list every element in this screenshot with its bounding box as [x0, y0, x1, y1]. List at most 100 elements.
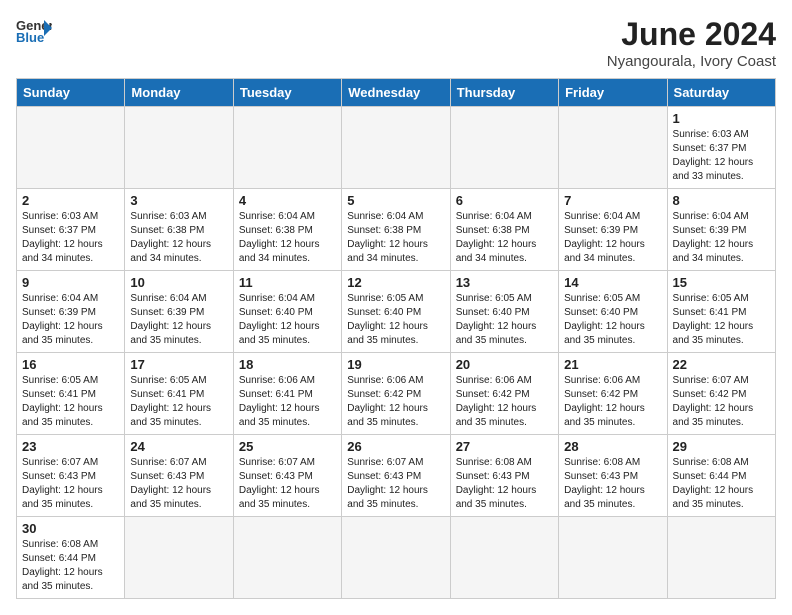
day-number: 1 [673, 111, 770, 126]
calendar-cell: 30 Sunrise: 6:08 AM Sunset: 6:44 PM Dayli… [17, 517, 125, 599]
calendar-cell [17, 107, 125, 189]
day-info: Sunrise: 6:05 AM Sunset: 6:41 PM Dayligh… [130, 374, 227, 430]
calendar-cell: 20Sunrise: 6:06 AM Sunset: 6:42 PM Dayli… [450, 353, 558, 435]
calendar-cell: 4 Sunrise: 6:04 AM Sunset: 6:38 PM Daylig… [233, 189, 341, 271]
calendar-cell: 23 Sunrise: 6:07 AM Sunset: 6:43 PM Dayli… [17, 435, 125, 517]
calendar-cell: 15 Sunrise: 6:05 AM Sunset: 6:41 PM Dayli… [667, 271, 775, 353]
calendar-cell: 19 Sunrise: 6:06 AM Sunset: 6:42 PM Dayli… [342, 353, 450, 435]
calendar-cell [667, 517, 775, 599]
day-info: Sunrise: 6:06 AM Sunset: 6:42 PM Dayligh… [456, 374, 553, 430]
day-number: 29 [673, 439, 770, 454]
day-number: 19 [347, 357, 444, 372]
day-info: Sunrise: 6:07 AM Sunset: 6:42 PM Dayligh… [673, 374, 770, 430]
weekday-header-cell: Thursday [450, 79, 558, 107]
calendar-cell [450, 107, 558, 189]
calendar-cell: 8 Sunrise: 6:04 AM Sunset: 6:39 PM Daylig… [667, 189, 775, 271]
day-number: 5 [347, 193, 444, 208]
calendar-table: SundayMondayTuesdayWednesdayThursdayFrid… [16, 78, 776, 599]
day-info: Sunrise: 6:06 AM Sunset: 6:42 PM Dayligh… [564, 374, 661, 430]
day-number: 24 [130, 439, 227, 454]
calendar-cell [125, 517, 233, 599]
calendar-cell: 1Sunrise: 6:03 AM Sunset: 6:37 PM Daylig… [667, 107, 775, 189]
calendar-cell: 14Sunrise: 6:05 AM Sunset: 6:40 PM Dayli… [559, 271, 667, 353]
day-info: Sunrise: 6:05 AM Sunset: 6:40 PM Dayligh… [456, 292, 553, 348]
calendar-cell [125, 107, 233, 189]
day-info: Sunrise: 6:07 AM Sunset: 6:43 PM Dayligh… [22, 456, 119, 512]
calendar-cell: 22 Sunrise: 6:07 AM Sunset: 6:42 PM Dayli… [667, 353, 775, 435]
day-info: Sunrise: 6:04 AM Sunset: 6:38 PM Dayligh… [239, 210, 336, 266]
day-info: Sunrise: 6:04 AM Sunset: 6:39 PM Dayligh… [564, 210, 661, 266]
day-number: 10 [130, 275, 227, 290]
day-info: Sunrise: 6:06 AM Sunset: 6:42 PM Dayligh… [347, 374, 444, 430]
day-number: 15 [673, 275, 770, 290]
calendar-cell: 26 Sunrise: 6:07 AM Sunset: 6:43 PM Dayli… [342, 435, 450, 517]
day-info: Sunrise: 6:05 AM Sunset: 6:41 PM Dayligh… [22, 374, 119, 430]
day-number: 4 [239, 193, 336, 208]
weekday-header-cell: Sunday [17, 79, 125, 107]
title-area: June 2024 Nyangourala, Ivory Coast [607, 16, 776, 70]
weekday-header-cell: Monday [125, 79, 233, 107]
day-number: 8 [673, 193, 770, 208]
calendar-week-row: 16 Sunrise: 6:05 AM Sunset: 6:41 PM Dayli… [17, 353, 776, 435]
month-title: June 2024 [607, 16, 776, 53]
day-number: 23 [22, 439, 119, 454]
day-info: Sunrise: 6:04 AM Sunset: 6:39 PM Dayligh… [22, 292, 119, 348]
calendar-cell: 9Sunrise: 6:04 AM Sunset: 6:39 PM Daylig… [17, 271, 125, 353]
day-number: 27 [456, 439, 553, 454]
day-info: Sunrise: 6:04 AM Sunset: 6:39 PM Dayligh… [673, 210, 770, 266]
calendar-week-row: 23 Sunrise: 6:07 AM Sunset: 6:43 PM Dayli… [17, 435, 776, 517]
day-info: Sunrise: 6:05 AM Sunset: 6:41 PM Dayligh… [673, 292, 770, 348]
calendar-cell: 21Sunrise: 6:06 AM Sunset: 6:42 PM Dayli… [559, 353, 667, 435]
day-info: Sunrise: 6:04 AM Sunset: 6:38 PM Dayligh… [347, 210, 444, 266]
calendar-cell: 7Sunrise: 6:04 AM Sunset: 6:39 PM Daylig… [559, 189, 667, 271]
day-info: Sunrise: 6:05 AM Sunset: 6:40 PM Dayligh… [564, 292, 661, 348]
day-number: 28 [564, 439, 661, 454]
calendar-cell: 25Sunrise: 6:07 AM Sunset: 6:43 PM Dayli… [233, 435, 341, 517]
day-number: 2 [22, 193, 119, 208]
weekday-header-cell: Saturday [667, 79, 775, 107]
calendar-cell: 27Sunrise: 6:08 AM Sunset: 6:43 PM Dayli… [450, 435, 558, 517]
calendar-week-row: 9Sunrise: 6:04 AM Sunset: 6:39 PM Daylig… [17, 271, 776, 353]
day-number: 6 [456, 193, 553, 208]
day-number: 22 [673, 357, 770, 372]
day-number: 11 [239, 275, 336, 290]
day-number: 26 [347, 439, 444, 454]
day-info: Sunrise: 6:03 AM Sunset: 6:37 PM Dayligh… [22, 210, 119, 266]
calendar-cell [342, 107, 450, 189]
day-info: Sunrise: 6:07 AM Sunset: 6:43 PM Dayligh… [347, 456, 444, 512]
calendar-cell [233, 517, 341, 599]
day-number: 18 [239, 357, 336, 372]
day-info: Sunrise: 6:08 AM Sunset: 6:43 PM Dayligh… [564, 456, 661, 512]
calendar-cell: 24 Sunrise: 6:07 AM Sunset: 6:43 PM Dayli… [125, 435, 233, 517]
day-number: 13 [456, 275, 553, 290]
weekday-header-cell: Wednesday [342, 79, 450, 107]
calendar-cell [559, 517, 667, 599]
day-number: 16 [22, 357, 119, 372]
calendar-cell: 29Sunrise: 6:08 AM Sunset: 6:44 PM Dayli… [667, 435, 775, 517]
svg-text:Blue: Blue [16, 30, 44, 44]
calendar-cell: 5 Sunrise: 6:04 AM Sunset: 6:38 PM Daylig… [342, 189, 450, 271]
header: General Blue June 2024 Nyangourala, Ivor… [16, 16, 776, 70]
calendar-week-row: 2 Sunrise: 6:03 AM Sunset: 6:37 PM Daylig… [17, 189, 776, 271]
calendar-cell: 2 Sunrise: 6:03 AM Sunset: 6:37 PM Daylig… [17, 189, 125, 271]
calendar-cell: 28 Sunrise: 6:08 AM Sunset: 6:43 PM Dayli… [559, 435, 667, 517]
calendar-cell [342, 517, 450, 599]
day-info: Sunrise: 6:03 AM Sunset: 6:38 PM Dayligh… [130, 210, 227, 266]
calendar-cell: 10Sunrise: 6:04 AM Sunset: 6:39 PM Dayli… [125, 271, 233, 353]
calendar-cell: 11Sunrise: 6:04 AM Sunset: 6:40 PM Dayli… [233, 271, 341, 353]
weekday-header-row: SundayMondayTuesdayWednesdayThursdayFrid… [17, 79, 776, 107]
day-info: Sunrise: 6:07 AM Sunset: 6:43 PM Dayligh… [130, 456, 227, 512]
calendar-cell: 13 Sunrise: 6:05 AM Sunset: 6:40 PM Dayli… [450, 271, 558, 353]
calendar-cell [559, 107, 667, 189]
day-info: Sunrise: 6:05 AM Sunset: 6:40 PM Dayligh… [347, 292, 444, 348]
calendar-week-row: 1Sunrise: 6:03 AM Sunset: 6:37 PM Daylig… [17, 107, 776, 189]
logo: General Blue [16, 16, 52, 44]
calendar-cell [450, 517, 558, 599]
day-info: Sunrise: 6:04 AM Sunset: 6:38 PM Dayligh… [456, 210, 553, 266]
location: Nyangourala, Ivory Coast [607, 53, 776, 70]
day-number: 30 [22, 521, 119, 536]
day-number: 3 [130, 193, 227, 208]
calendar-cell: 18Sunrise: 6:06 AM Sunset: 6:41 PM Dayli… [233, 353, 341, 435]
day-info: Sunrise: 6:08 AM Sunset: 6:44 PM Dayligh… [22, 538, 119, 594]
calendar-cell: 6 Sunrise: 6:04 AM Sunset: 6:38 PM Daylig… [450, 189, 558, 271]
